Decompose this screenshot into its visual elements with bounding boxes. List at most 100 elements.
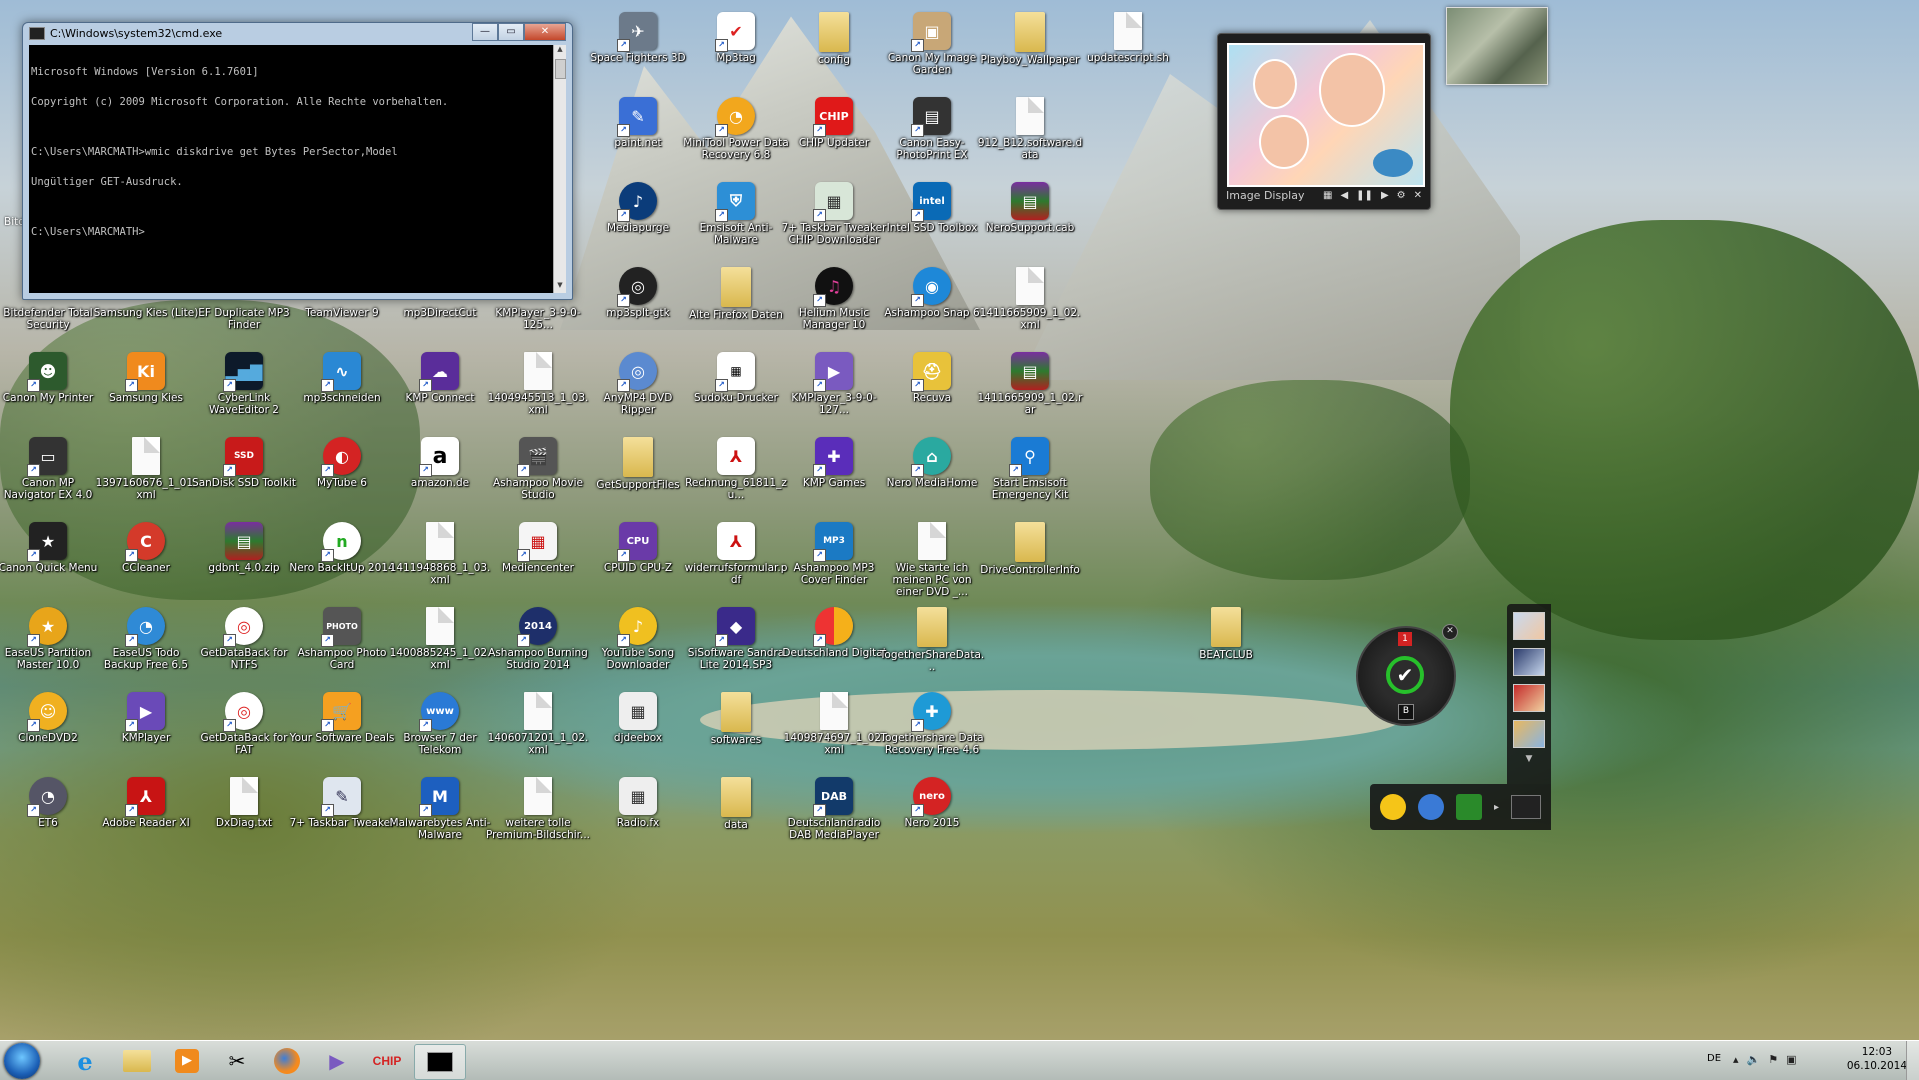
desktop-icon-together-data[interactable]: TogetherShareData...	[877, 601, 987, 693]
firefox-icon[interactable]	[262, 1044, 312, 1078]
desktop-icon-getsupport[interactable]: GetSupportFiles	[583, 431, 693, 523]
scroll-down-icon[interactable]: ▼	[554, 281, 566, 293]
security-dial-widget[interactable]: 1 ✔ B ✕	[1356, 624, 1458, 726]
desktop-icon-adobe[interactable]: ⅄ ↗ Adobe Reader XI	[91, 771, 201, 863]
desktop-icon-softwares[interactable]: softwares	[681, 686, 791, 778]
desktop-icon-clonedvd[interactable]: ☺ ↗ CloneDVD2	[0, 686, 103, 778]
desktop-icon-anymp4[interactable]: ◎ ↗ AnyMP4 DVD Ripper	[583, 346, 693, 438]
desktop-icon-alte-firefox[interactable]: Alte Firefox Daten	[681, 261, 791, 353]
media-player-icon[interactable]: ▶	[162, 1044, 212, 1078]
desktop-icon-data[interactable]: data	[681, 771, 791, 863]
globe-cart-icon[interactable]	[1418, 794, 1444, 820]
close-icon[interactable]: ✕	[1442, 624, 1458, 640]
desktop-icon-xml-1411[interactable]: 1411665909_1_02.xml	[975, 261, 1085, 353]
desktop-icon-djdeebox[interactable]: ▦ djdeebox	[583, 686, 693, 778]
desktop-icon-xml-1411948[interactable]: 1411948868_1_03.xml	[385, 516, 495, 608]
keyboard-icon[interactable]	[1511, 795, 1542, 819]
desktop-icon-drivecontroller[interactable]: DriveControllerInfo	[975, 516, 1085, 608]
sidebar-image-tile[interactable]	[1513, 720, 1545, 748]
desktop-icon-xml-1397[interactable]: 1397160676_1_01.xml	[91, 431, 201, 523]
show-desktop-button[interactable]	[1906, 1041, 1919, 1080]
minimize-button[interactable]: —	[472, 23, 498, 41]
settings-icon[interactable]: ⚙	[1397, 190, 1406, 201]
desktop-icon-kmp-connect[interactable]: ☁ ↗ KMP Connect	[385, 346, 495, 438]
desktop-icon-widerruf[interactable]: ⅄ widerrufsformular.pdf	[681, 516, 791, 608]
desktop-icon-canon-image-garden[interactable]: ▣ ↗ Canon My Image Garden	[877, 6, 987, 98]
desktop-icon-ashampoo-photo[interactable]: PHOTO ↗ Ashampoo Photo Card	[287, 601, 397, 693]
volume-icon[interactable]: 🔈	[1747, 1053, 1761, 1066]
desktop-icon-deutschland[interactable]: ↗ Deutschland Digital	[779, 601, 889, 693]
network-icon[interactable]: ▣	[1786, 1053, 1796, 1066]
desktop-icon-canon-easy[interactable]: ▤ ↗ Canon Easy-PhotoPrint EX	[877, 91, 987, 183]
close-icon[interactable]: ✕	[1414, 190, 1422, 201]
explorer-icon[interactable]	[112, 1044, 162, 1078]
desktop-icon-getdata-fat[interactable]: ◎ ↗ GetDataBack for FAT	[189, 686, 299, 778]
scroll-thumb[interactable]	[555, 59, 566, 79]
desktop-icon-config[interactable]: config	[779, 6, 889, 98]
desktop-icon-mytube[interactable]: ◐ ↗ MyTube 6	[287, 431, 397, 523]
desktop-icon-mp3schneiden[interactable]: ∿ ↗ mp3schneiden	[287, 346, 397, 438]
chevron-down-icon[interactable]: ▼	[1507, 754, 1551, 764]
wifi-icon[interactable]	[1380, 794, 1406, 820]
desktop-icon-kmp-games[interactable]: ✚ ↗ KMP Games	[779, 431, 889, 523]
desktop-icon-intel-ssd[interactable]: intel ↗ Intel SSD Toolbox	[877, 176, 987, 268]
next-icon[interactable]: ▶	[1381, 190, 1389, 201]
desktop-icon-kmplayer-b[interactable]: ▶ ↗ KMPlayer_3-9-0-127...	[779, 346, 889, 438]
desktop-icon-beatclub[interactable]: BEATCLUB	[1171, 601, 1281, 693]
desktop-icon-rar-1411[interactable]: ▤ 1411665909_1_02.rar	[975, 346, 1085, 438]
scroll-up-icon[interactable]: ▲	[554, 45, 566, 57]
desktop-icon-wie-starte[interactable]: Wie starte ich meinen PC von einer DVD _…	[877, 516, 987, 608]
desktop-icon-xml-1406[interactable]: 1406071201_1_02.xml	[483, 686, 593, 778]
desktop-icon-canon-printer[interactable]: ☻ ↗ Canon My Printer	[0, 346, 103, 438]
desktop-icon-canon-mp[interactable]: ▭ ↗ Canon MP Navigator EX 4.0	[0, 431, 103, 523]
desktop-icon-sisoftware[interactable]: ◆ ↗ SiSoftware Sandra Lite 2014.SP3	[681, 601, 791, 693]
desktop-icon-ashampoo-movie[interactable]: 🎬 ↗ Ashampoo Movie Studio	[483, 431, 593, 523]
desktop-icon-tweaker-chip[interactable]: ▦ ↗ 7+ Taskbar Tweaker CHIP Downloader	[779, 176, 889, 268]
desktop-icon-kmplayer[interactable]: ▶ ↗ KMPlayer	[91, 686, 201, 778]
desktop-icon-space-fighters[interactable]: ✈ ↗ Space Fighters 3D	[583, 6, 693, 98]
desktop-icon-dxdiag[interactable]: DxDiag.txt	[189, 771, 299, 863]
vertical-scrollbar[interactable]: ▲ ▼	[553, 45, 566, 293]
desktop-icon-ashampoo-mp3[interactable]: MP3 ↗ Ashampoo MP3 Cover Finder	[779, 516, 889, 608]
desktop-icon-recuva[interactable]: ⛑ ↗ Recuva	[877, 346, 987, 438]
desktop-icon-cpuz[interactable]: CPU ↗ CPUID CPU-Z	[583, 516, 693, 608]
desktop-icon-ccleaner[interactable]: C ↗ CCleaner	[91, 516, 201, 608]
desktop-icon-amazon[interactable]: a ↗ amazon.de	[385, 431, 495, 523]
image-display-gadget[interactable]: Image Display ▦ ◀ ❚❚ ▶ ⚙ ✕	[1217, 33, 1431, 210]
clock[interactable]: 12:03 06.10.2014	[1847, 1045, 1907, 1073]
desktop-icon-wave-editor[interactable]: ▂▅▇ ↗ CyberLink WaveEditor 2	[189, 346, 299, 438]
desktop-icon-malwarebytes[interactable]: M ↗ Malwarebytes Anti-Malware	[385, 771, 495, 863]
grid-icon[interactable]: ▦	[1323, 190, 1332, 201]
desktop-icon-912-data[interactable]: 912_B12.software.data	[975, 91, 1085, 183]
desktop-icon-easeus-partition[interactable]: ★ ↗ EaseUS Partition Master 10.0	[0, 601, 103, 693]
start-button[interactable]	[4, 1043, 40, 1079]
previous-icon[interactable]: ◀	[1340, 190, 1348, 201]
close-button[interactable]: ✕	[524, 23, 566, 41]
desktop-icon-start-emsisoft[interactable]: ⚲ ↗ Start Emsisoft Emergency Kit	[975, 431, 1085, 523]
desktop-icon-chip-updater[interactable]: CHIP ↗ CHIP Updater	[779, 91, 889, 183]
desktop-icon-nerosupport[interactable]: ▤ NeroSupport.cab	[975, 176, 1085, 268]
dial-b-button[interactable]: B	[1398, 704, 1414, 720]
flag-icon[interactable]: ⚑	[1768, 1053, 1778, 1066]
chevron-right-icon[interactable]: ▸	[1494, 802, 1499, 813]
maximize-button[interactable]: ▭	[498, 23, 524, 41]
desktop-icon-xml-1409[interactable]: 1409874697_1_02.xml	[779, 686, 889, 778]
desktop-icon-ashampoo-snap[interactable]: ◉ ↗ Ashampoo Snap 6	[877, 261, 987, 353]
desktop-icon-browser7[interactable]: www ↗ Browser 7 der Telekom	[385, 686, 495, 778]
desktop-icon-easeus-todo[interactable]: ◔ ↗ EaseUS Todo Backup Free 6.5	[91, 601, 201, 693]
printer-person-icon[interactable]	[1456, 794, 1482, 820]
desktop-icon-sudoku[interactable]: ▦ ↗ Sudoku-Drucker	[681, 346, 791, 438]
cmd-taskbar-icon[interactable]	[414, 1044, 466, 1080]
chip-taskbar-icon[interactable]: CHIP	[362, 1044, 412, 1078]
desktop-icon-canon-quick[interactable]: ★ ↗ Canon Quick Menu	[0, 516, 103, 608]
desktop-icon-nero-backitup[interactable]: n ↗ Nero BackItUp 2014	[287, 516, 397, 608]
desktop-icon-mediencenter[interactable]: ▦ ↗ Mediencenter	[483, 516, 593, 608]
desktop-icon-sandisk[interactable]: SSD ↗ SanDisk SSD Toolkit	[189, 431, 299, 523]
desktop-icon-emsisoft[interactable]: ⛨ ↗ Emsisoft Anti-Malware	[681, 176, 791, 268]
map-thumbnail[interactable]	[1446, 7, 1548, 85]
desktop-icon-rechnung[interactable]: ⅄ Rechnung_61811_zu...	[681, 431, 791, 523]
desktop-icon-xml-1400[interactable]: 1400885245_1_02.xml	[385, 601, 495, 693]
desktop-icon-youtube-song[interactable]: ♪ ↗ YouTube Song Downloader	[583, 601, 693, 693]
sidebar-image-tile[interactable]	[1513, 648, 1545, 676]
desktop-icon-ashampoo-burn[interactable]: 2014 ↗ Ashampoo Burning Studio 2014	[483, 601, 593, 693]
